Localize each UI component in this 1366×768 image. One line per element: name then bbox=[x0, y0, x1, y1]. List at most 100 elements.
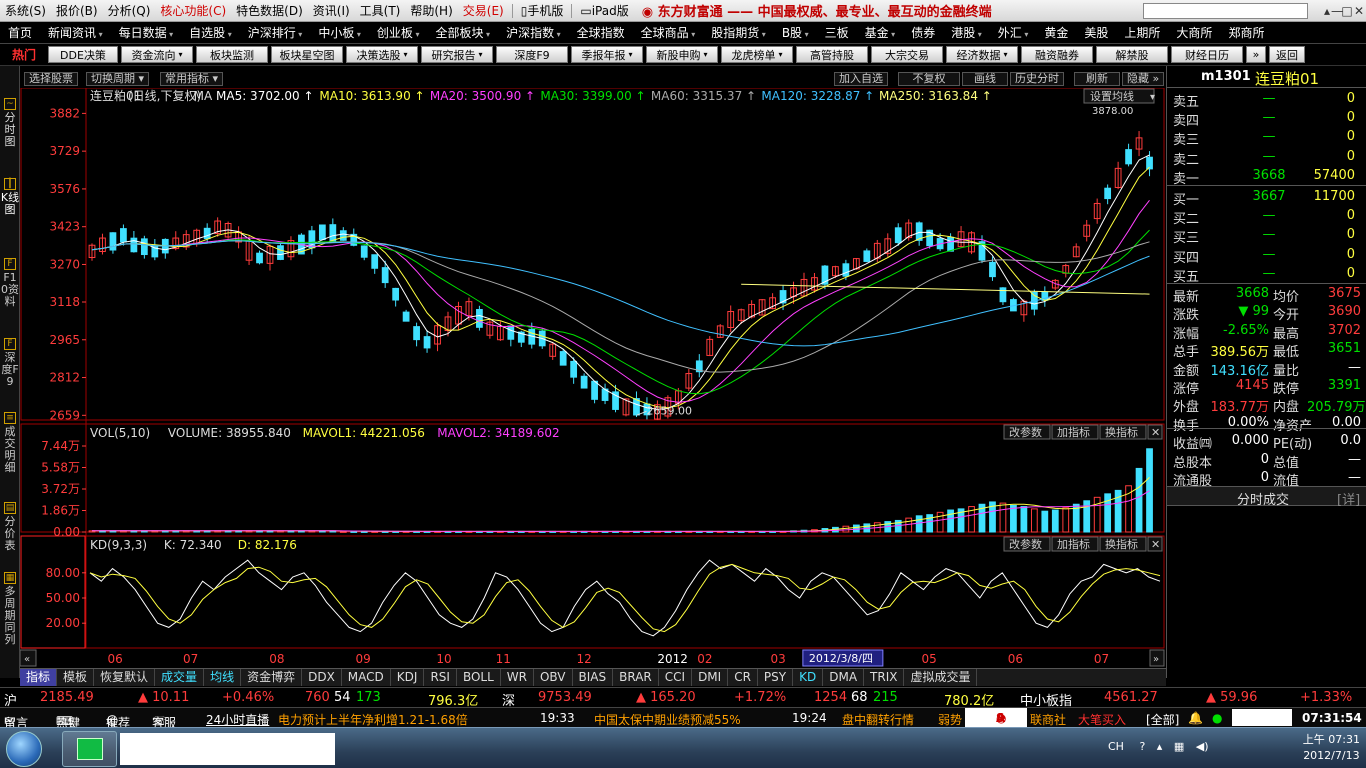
sh-value[interactable]: 2185.49 bbox=[40, 690, 94, 705]
live-button[interactable]: 24小时直播 bbox=[206, 711, 269, 728]
nav-item[interactable]: 沪深排行 ▾ bbox=[240, 24, 311, 41]
nav-item[interactable]: 外汇 ▾ bbox=[990, 24, 1037, 41]
book-row[interactable]: 买一 3667 11700 bbox=[1167, 188, 1366, 208]
indicator-tab[interactable]: MACD bbox=[342, 669, 391, 686]
indicator-tab[interactable]: DMI bbox=[692, 669, 729, 686]
book-row[interactable]: 买四 — 0 bbox=[1167, 246, 1366, 266]
hot-button[interactable]: 决策选股 ▾ bbox=[346, 46, 418, 63]
hot-button[interactable]: 财经日历 bbox=[1171, 46, 1243, 63]
nav-item[interactable]: 创业板 ▾ bbox=[369, 24, 428, 41]
indicator-tab[interactable]: 指标 bbox=[20, 669, 58, 686]
indicator-tab[interactable]: 虚拟成交量 bbox=[904, 669, 978, 686]
indicator-tab[interactable]: 成交量 bbox=[155, 669, 205, 686]
nav-item[interactable]: 郑商所 bbox=[1220, 24, 1272, 41]
hot-button[interactable]: 龙虎榜单 ▾ bbox=[721, 46, 793, 63]
hot-button[interactable]: 解禁股 bbox=[1096, 46, 1168, 63]
hot-button[interactable]: 深度F9 bbox=[496, 46, 568, 63]
nav-item[interactable]: 沪深指数 ▾ bbox=[498, 24, 569, 41]
bell-icon[interactable]: 🔔 bbox=[1188, 711, 1203, 725]
nav-item[interactable]: 自选股 ▾ bbox=[181, 24, 240, 41]
indicator-tab[interactable]: DMA bbox=[823, 669, 865, 686]
hot-button[interactable]: 高管持股 bbox=[796, 46, 868, 63]
nav-item[interactable]: 美股 bbox=[1076, 24, 1116, 41]
hide-button[interactable]: 隐藏 » bbox=[1122, 72, 1165, 86]
indicator-tab[interactable]: DDX bbox=[302, 669, 342, 686]
sz-value[interactable]: 9753.49 bbox=[538, 690, 592, 705]
system-clock[interactable]: 上午 07:31 2012/7/13 bbox=[1303, 732, 1360, 764]
language-indicator[interactable]: CH bbox=[1108, 740, 1124, 753]
hot-button[interactable]: 季报年报 ▾ bbox=[571, 46, 643, 63]
indicator-tab[interactable]: BRAR bbox=[613, 669, 659, 686]
nav-item[interactable]: 上期所 bbox=[1116, 24, 1168, 41]
ticker-news-1[interactable]: 电力预计上半年净利增1.21-1.68倍 bbox=[278, 711, 468, 728]
hot-button[interactable]: 大宗交易 bbox=[871, 46, 943, 63]
ticker-all-link[interactable]: [全部] bbox=[1146, 711, 1179, 728]
ticker-news-4[interactable]: 弱势 bbox=[938, 711, 962, 728]
mobile-link[interactable]: ▯手机版 bbox=[516, 2, 569, 19]
sme-value[interactable]: 4561.27 bbox=[1104, 690, 1158, 705]
indicator-tab[interactable]: 均线 bbox=[204, 669, 242, 686]
book-row[interactable]: 卖四 — 0 bbox=[1167, 109, 1366, 129]
indicator-tab[interactable]: TRIX bbox=[864, 669, 905, 686]
menu-info[interactable]: 资讯(I) bbox=[308, 2, 355, 19]
indicator-tab[interactable]: KD bbox=[793, 669, 824, 686]
indicator-tab[interactable]: OBV bbox=[534, 669, 573, 686]
sidebar-tab-trades[interactable]: ≡ 成交明细 bbox=[0, 412, 20, 474]
hot-button[interactable]: 板块星空图 bbox=[271, 46, 343, 63]
nav-item[interactable]: 大商所 bbox=[1168, 24, 1220, 41]
ticker-news-5[interactable]: 联商社 bbox=[1030, 711, 1066, 728]
indicator-tab[interactable]: KDJ bbox=[391, 669, 425, 686]
nav-item[interactable]: B股 ▾ bbox=[774, 24, 817, 41]
hot-button[interactable]: » bbox=[1246, 46, 1266, 63]
indicator-tab[interactable]: CR bbox=[728, 669, 758, 686]
nav-item[interactable]: 中小板 ▾ bbox=[310, 24, 369, 41]
add-watchlist-button[interactable]: 加入自选 bbox=[834, 72, 888, 86]
volume-icon[interactable]: ◀) bbox=[1196, 740, 1209, 753]
hot-button[interactable]: 研究报告 ▾ bbox=[421, 46, 493, 63]
sidebar-tab-f10[interactable]: F F10资料 bbox=[0, 258, 20, 308]
select-stock-button[interactable]: 选择股票 bbox=[24, 72, 78, 86]
book-row[interactable]: 卖三 — 0 bbox=[1167, 128, 1366, 148]
menu-trade[interactable]: 交易(E) bbox=[458, 2, 509, 19]
indicator-tab[interactable]: 资金博弈 bbox=[241, 669, 303, 686]
menu-quote[interactable]: 报价(B) bbox=[51, 2, 103, 19]
indicator-tab[interactable]: RSI bbox=[424, 669, 457, 686]
ticks-detail-link[interactable]: [详] bbox=[1337, 489, 1360, 508]
menu-tools[interactable]: 工具(T) bbox=[355, 2, 406, 19]
nav-item[interactable]: 港股 ▾ bbox=[943, 24, 990, 41]
nav-item[interactable]: 首页 bbox=[0, 24, 40, 41]
indicator-tab[interactable]: BOLL bbox=[457, 669, 501, 686]
book-row[interactable]: 卖五 — 0 bbox=[1167, 90, 1366, 110]
ticker-news-2[interactable]: 中国太保中期业绩预减55% bbox=[594, 711, 741, 728]
ipad-link[interactable]: ▭iPad版 bbox=[575, 2, 633, 19]
taskbar-blank-window[interactable] bbox=[120, 733, 335, 765]
nav-item[interactable]: 全球商品 ▾ bbox=[633, 24, 704, 41]
taskbar-app-eastmoney[interactable] bbox=[62, 731, 117, 767]
ticker-news-3[interactable]: 盘中翻转行情 bbox=[842, 711, 914, 728]
nav-item[interactable]: 基金 ▾ bbox=[857, 24, 904, 41]
book-row[interactable]: 买五 — 0 bbox=[1167, 265, 1366, 285]
nav-item[interactable]: 全部板块 ▾ bbox=[427, 24, 498, 41]
network-icon[interactable]: ▦ bbox=[1174, 740, 1184, 753]
nav-item[interactable]: 新闻资讯 ▾ bbox=[40, 24, 111, 41]
indicator-tab[interactable]: 模板 bbox=[57, 669, 95, 686]
refresh-button[interactable]: 刷新 bbox=[1074, 72, 1120, 86]
hot-button[interactable]: DDE决策 bbox=[48, 46, 118, 63]
sidebar-tab-kline[interactable]: ┃ K线图 bbox=[0, 178, 20, 216]
sidebar-tab-f9[interactable]: F 深度F9 bbox=[0, 338, 20, 388]
menu-analysis[interactable]: 分析(Q) bbox=[103, 2, 156, 19]
nav-item[interactable]: 黄金 bbox=[1036, 24, 1076, 41]
hot-button[interactable]: 经济数据 ▾ bbox=[946, 46, 1018, 63]
nav-item[interactable]: 三板 bbox=[817, 24, 857, 41]
quick-input[interactable] bbox=[1232, 709, 1292, 726]
help-icon[interactable]: ? bbox=[1139, 740, 1145, 753]
sidebar-tab-timeshare[interactable]: ~ 分时图 bbox=[0, 98, 20, 148]
menu-help[interactable]: 帮助(H) bbox=[405, 2, 457, 19]
sidebar-tab-multi-period[interactable]: ▦ 多周期同列 bbox=[0, 572, 20, 646]
hot-button[interactable]: 新股申购 ▾ bbox=[646, 46, 718, 63]
no-adjust-button[interactable]: 不复权 bbox=[898, 72, 960, 86]
kline-chart[interactable]: 3882 3729 3576 3423 3270 3118 2965 2812 2659 7.44… bbox=[20, 88, 1166, 668]
book-row[interactable]: 买二 — 0 bbox=[1167, 207, 1366, 227]
nav-item[interactable]: 债券 bbox=[903, 24, 943, 41]
indicator-tab[interactable]: WR bbox=[501, 669, 534, 686]
